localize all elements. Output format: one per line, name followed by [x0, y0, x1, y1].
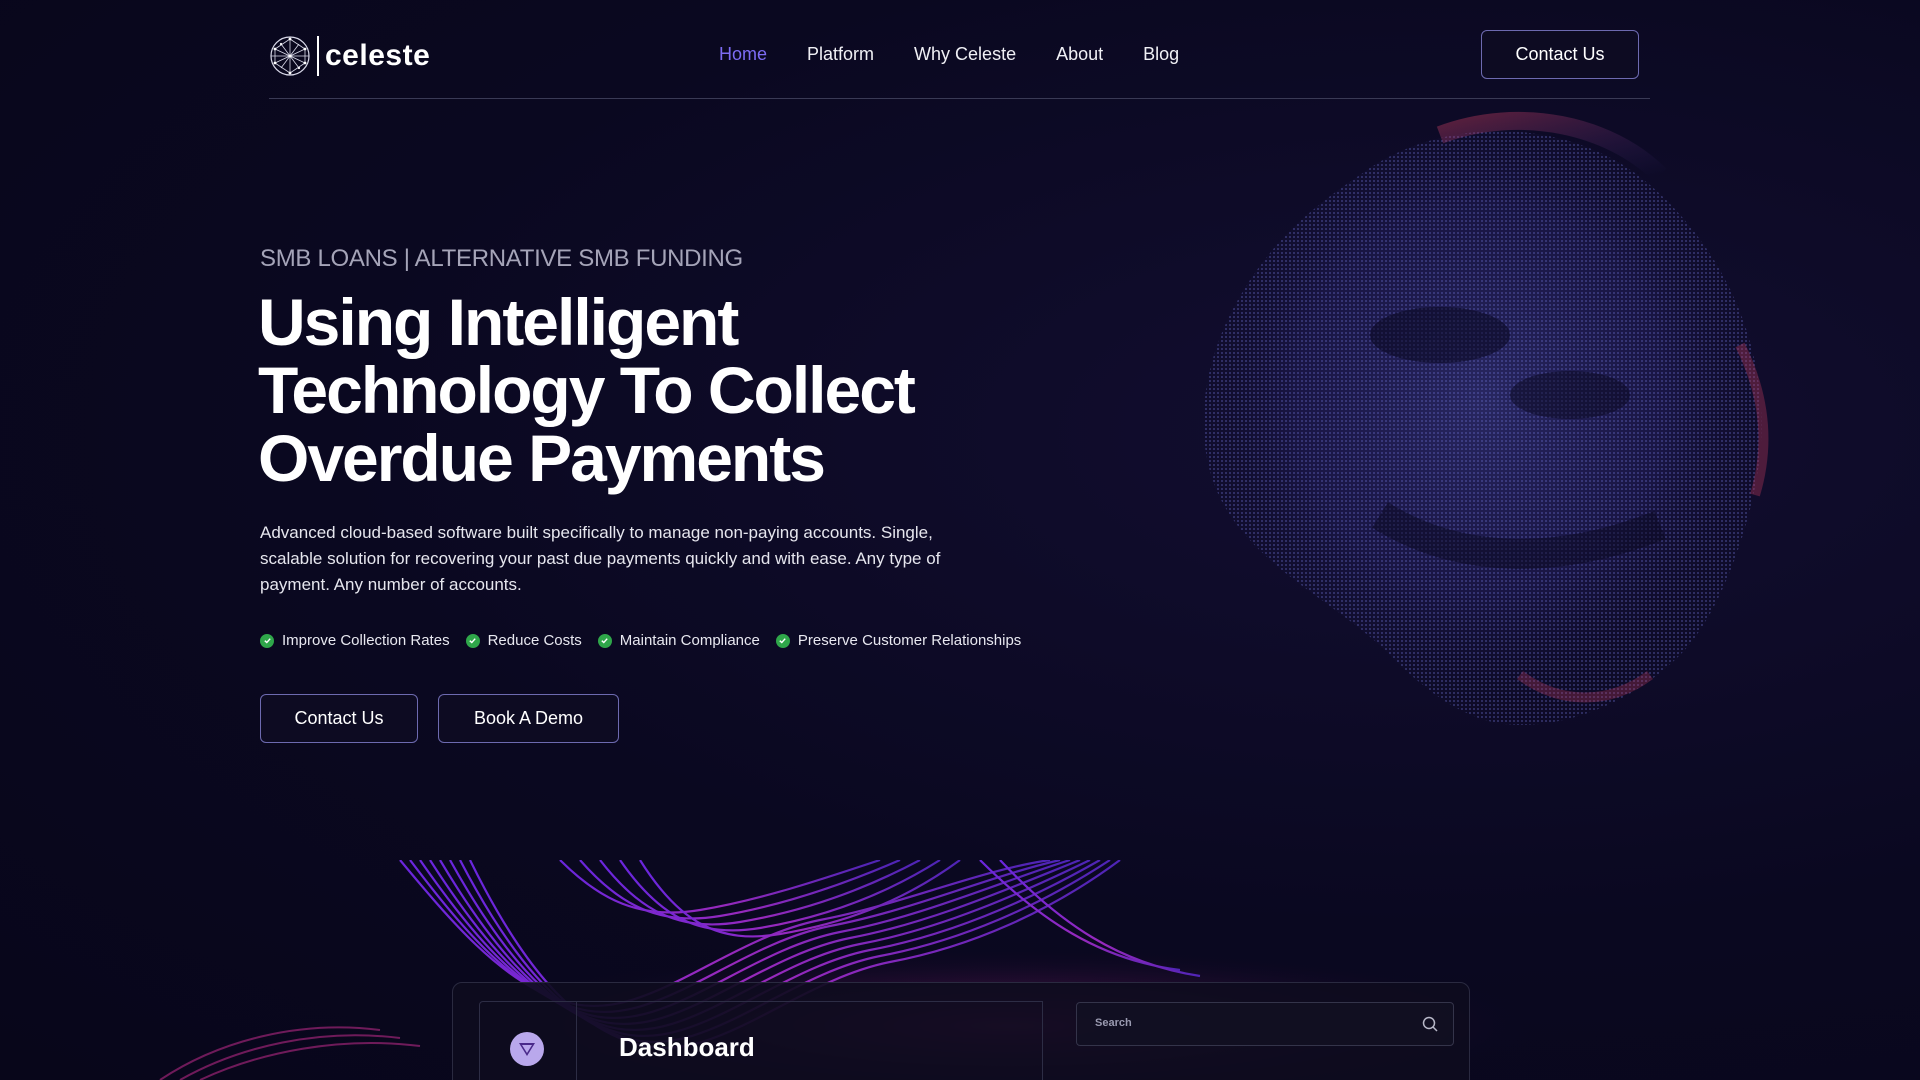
landing-page: celeste Home Platform Why Celeste About …: [0, 0, 1920, 1080]
nav-item-why-celeste[interactable]: Why Celeste: [914, 44, 1016, 65]
headline-line-3: Overdue Payments: [258, 421, 826, 495]
hero-eyebrow: SMB LOANS | ALTERNATIVE SMB FUNDING: [260, 245, 743, 272]
hero-face-illustration: [1203, 111, 1769, 726]
hero-actions: Contact Us Book A Demo: [260, 694, 619, 743]
benefit-label: Improve Collection Rates: [282, 632, 450, 649]
benefit-label: Maintain Compliance: [619, 632, 760, 649]
benefit-item: Improve Collection Rates: [260, 632, 450, 649]
triangle-badge-icon: [510, 1032, 544, 1066]
dashboard-header: Dashboard: [577, 1001, 1043, 1080]
check-circle-icon: [260, 633, 274, 648]
logo-divider: [317, 36, 319, 76]
headline-line-1: Using Intelligent: [258, 285, 739, 359]
brand-logo[interactable]: celeste: [269, 34, 430, 78]
brand-name: celeste: [325, 39, 431, 72]
dashboard-search-input[interactable]: Search: [1076, 1002, 1454, 1046]
nav-item-blog[interactable]: Blog: [1143, 44, 1179, 65]
book-demo-button[interactable]: Book A Demo: [438, 694, 619, 743]
benefit-label: Reduce Costs: [487, 632, 582, 649]
hero-description: Advanced cloud-based software built spec…: [260, 523, 941, 594]
search-placeholder: Search: [1095, 1017, 1132, 1029]
nav-item-platform[interactable]: Platform: [807, 44, 874, 65]
hero-headline: Using Intelligent Technology To Collect …: [258, 288, 1018, 492]
dashboard-sidebar: [479, 1001, 577, 1080]
search-icon[interactable]: [1421, 1015, 1439, 1033]
benefit-list: Improve Collection Rates Reduce Costs Ma…: [260, 632, 1021, 649]
headline-line-2: Technology To Collect: [258, 353, 916, 427]
main-menu: Home Platform Why Celeste About Blog: [719, 44, 1179, 65]
nav-item-home[interactable]: Home: [719, 44, 767, 65]
check-circle-icon: [775, 633, 790, 648]
dashboard-preview: Dashboard Search: [452, 982, 1470, 1080]
globe-network-icon: [270, 36, 310, 76]
check-circle-icon: [465, 633, 480, 648]
benefit-item: Preserve Customer Relationships: [775, 632, 1022, 649]
check-circle-icon: [597, 633, 612, 648]
nav-divider: [269, 98, 1650, 99]
contact-us-button[interactable]: Contact Us: [260, 694, 418, 743]
benefit-item: Maintain Compliance: [597, 632, 760, 649]
nav-contact-button[interactable]: Contact Us: [1481, 30, 1639, 79]
top-navbar: celeste Home Platform Why Celeste About …: [269, 28, 1649, 98]
nav-item-about[interactable]: About: [1056, 44, 1103, 65]
benefit-item: Reduce Costs: [465, 632, 582, 649]
benefit-label: Preserve Customer Relationships: [797, 632, 1022, 649]
dashboard-title: Dashboard: [619, 1032, 755, 1062]
